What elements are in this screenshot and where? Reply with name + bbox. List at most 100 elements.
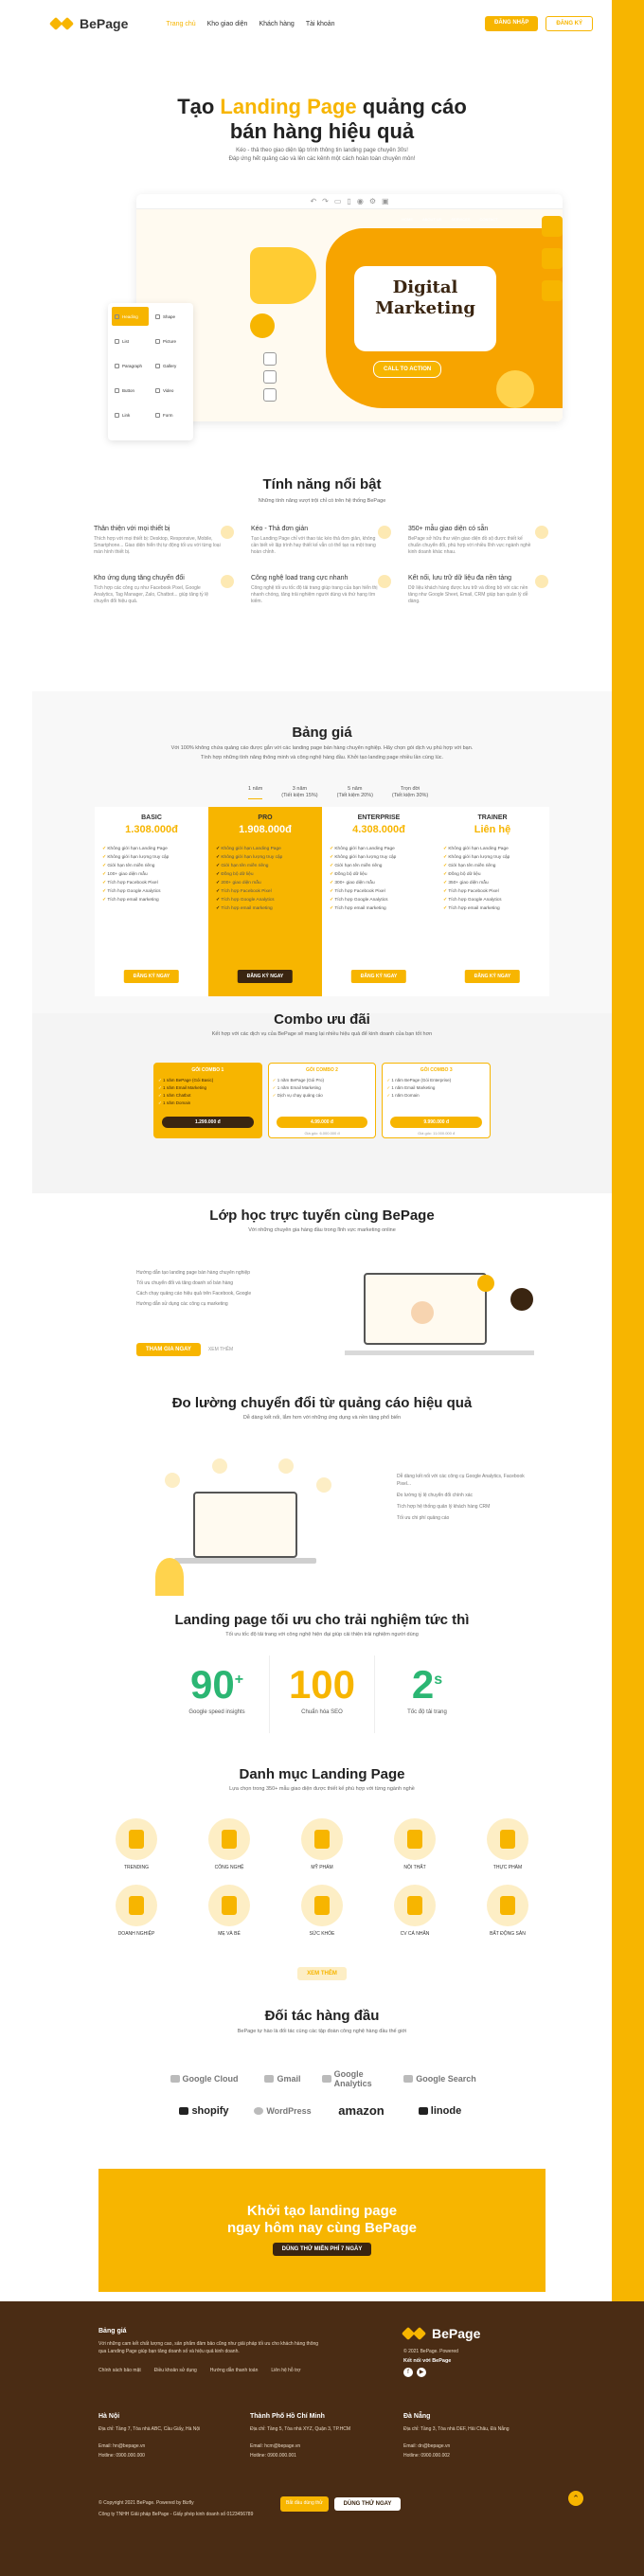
partner-name: Google Search — [416, 2074, 476, 2084]
element-picture[interactable]: Picture — [152, 331, 189, 350]
youtube-icon[interactable]: ▶ — [417, 2368, 426, 2377]
plan-signup-button[interactable]: ĐĂNG KÝ NGAY — [350, 970, 407, 983]
categories-more-button[interactable]: XEM THÊM — [297, 1967, 347, 1980]
join-class-button[interactable]: THAM GIA NGAY — [136, 1343, 201, 1356]
combo-card[interactable]: GÓI COMBO 2 1 năm BePage (Gói Pro) 1 năm… — [267, 1063, 377, 1138]
plan-signup-button[interactable]: ĐĂNG KÝ NGAY — [464, 970, 521, 983]
nav-customers[interactable]: Khách hàng — [259, 21, 294, 27]
nav-account[interactable]: Tài khoản — [306, 21, 335, 27]
office-phone: Hotline: 0900.000.001 — [250, 2453, 296, 2459]
category-business[interactable]: DOANH NGHIỆP — [94, 1885, 179, 1941]
element-label: Heading — [122, 313, 138, 319]
measure-item: Đo lường tỷ lệ chuyển đổi chính xác — [397, 1493, 474, 1498]
free-trial-button[interactable]: DÙNG THỬ MIỄN PHÍ 7 NGÀY — [272, 2243, 372, 2256]
combo-feature: 1 năm Email Marketing — [273, 1084, 372, 1092]
element-link[interactable]: Link — [112, 405, 149, 424]
hero-editor-preview: ↶ ↷ ▭ ▯ ◉ ⚙ ▣ HOME ABOUT US SERVICES CON… — [136, 194, 563, 421]
footer-link[interactable]: Hướng dẫn thanh toán — [210, 2368, 259, 2375]
category-health[interactable]: SỨC KHỎE — [279, 1885, 365, 1941]
cta-banner: Khởi tạo landing page ngay hôm nay cùng B… — [98, 2169, 546, 2292]
video-icon — [155, 387, 160, 393]
hero-sub1: Kéo - thả theo giao diện lập trình thông… — [236, 148, 408, 153]
desktop-icon[interactable]: ▭ — [334, 197, 342, 206]
tab-3-years[interactable]: 3 năm (Tiết kiệm 15%) — [281, 786, 317, 799]
category-label: MỸ PHẨM — [311, 1865, 333, 1870]
tab-5-years[interactable]: 5 năm (Tiết kiệm 20%) — [337, 786, 373, 799]
plan-signup-button[interactable]: ĐĂNG KÝ NGAY — [123, 970, 180, 983]
footer-link[interactable]: Chính sách bảo mật — [98, 2368, 141, 2375]
category-cosmetics[interactable]: MỸ PHẨM — [279, 1818, 365, 1875]
plan-signup-button[interactable]: ĐĂNG KÝ NGAY — [237, 970, 294, 983]
combo-price: 4.99.000 đ — [276, 1117, 368, 1128]
redo-icon[interactable]: ↷ — [322, 197, 329, 206]
footer-trial-button[interactable]: DÙNG THỬ NGAY — [333, 2496, 402, 2511]
partner-google-search: Google Search — [403, 2074, 476, 2084]
element-heading[interactable]: Heading — [112, 307, 149, 326]
undo-icon[interactable]: ↶ — [310, 197, 316, 206]
element-button[interactable]: Button — [112, 381, 149, 400]
category-cv[interactable]: CV CÁ NHÂN — [372, 1885, 457, 1941]
category-real-estate[interactable]: BẤT ĐỘNG SẢN — [465, 1885, 550, 1941]
combo-card[interactable]: GÓI COMBO 1 1 năm BePage (Gói Basic) 1 n… — [153, 1063, 262, 1138]
tool-icon[interactable] — [263, 370, 277, 384]
combo-feature: 1 năm Chatbot — [158, 1092, 258, 1100]
element-video[interactable]: Video — [152, 381, 189, 400]
plan-feature: 350+ giao diện mẫu — [443, 879, 542, 887]
feature-item: Thân thiện với mọi thiết bị Thích hợp với… — [94, 526, 234, 556]
picture-icon — [155, 338, 160, 344]
combo-card[interactable]: GÓI COMBO 3 1 năm BePage (Gói Enterprise… — [382, 1063, 492, 1138]
partners-subtitle: BePage tự hào là đối tác cùng các tập đo… — [237, 2029, 407, 2034]
category-technology[interactable]: CÔNG NGHỆ — [187, 1818, 272, 1875]
element-form[interactable]: Form — [152, 405, 189, 424]
shape-icon — [155, 313, 160, 319]
category-food[interactable]: THỰC PHẨM — [465, 1818, 550, 1875]
logo[interactable]: BePage — [48, 16, 128, 31]
element-shape[interactable]: Shape — [152, 307, 189, 326]
mobile-icon[interactable]: ▯ — [347, 197, 350, 206]
combo-title: Combo ưu đãi — [274, 1011, 370, 1028]
category-furniture[interactable]: NỘI THẤT — [372, 1818, 457, 1875]
preview-icon[interactable]: ◉ — [357, 197, 364, 206]
tab-1-year[interactable]: 1 năm — [248, 786, 263, 799]
plan-feature: Giới hạn tên miền riêng — [216, 862, 314, 870]
footer-logo[interactable]: BePage — [401, 2326, 480, 2341]
stat-value: 2 — [411, 1662, 435, 1707]
tool-icon[interactable] — [263, 352, 277, 366]
combo-feature: 1 năm Email Marketing — [158, 1084, 258, 1092]
gallery-icon — [155, 363, 160, 368]
tab-label: 5 năm — [348, 786, 363, 792]
feature-item: Kéo - Thả đơn giản Tạo Landing Page chỉ v… — [251, 526, 391, 556]
element-gallery[interactable]: Gallery — [152, 356, 189, 375]
nav-templates[interactable]: Kho giao diện — [207, 21, 248, 27]
plan-feature: Không giới hạn Landing Page — [102, 845, 201, 853]
see-more-link[interactable]: XEM THÊM — [208, 1347, 233, 1352]
category-label: TRENDING — [123, 1865, 150, 1870]
category-mom-baby[interactable]: MẸ VÀ BÉ — [187, 1885, 272, 1941]
element-list[interactable]: List — [112, 331, 149, 350]
settings-icon[interactable]: ⚙ — [369, 197, 376, 206]
stat-item: 100 Chuẩn hóa SEO — [270, 1655, 375, 1733]
drag-icon — [378, 526, 391, 539]
element-paragraph[interactable]: Paragraph — [112, 356, 149, 375]
partner-name: shopify — [191, 2104, 229, 2117]
footer-link[interactable]: Liên hệ hỗ trợ — [271, 2368, 300, 2375]
partner-name: WordPress — [266, 2105, 312, 2116]
facebook-icon[interactable]: f — [403, 2368, 413, 2377]
tab-label: 1 năm — [248, 786, 263, 792]
classes-subtitle: Với những chuyên gia hàng đầu trong lĩnh… — [248, 1227, 396, 1233]
combo-feature: 1 năm Domain — [158, 1100, 258, 1107]
nav-home[interactable]: Trang chủ — [166, 21, 195, 27]
save-icon[interactable]: ▣ — [382, 197, 389, 206]
register-button[interactable]: ĐĂNG KÝ — [546, 16, 593, 31]
back-to-top-button[interactable]: ⌃ — [568, 2491, 583, 2506]
login-button[interactable]: ĐĂNG NHẬP — [484, 16, 539, 31]
feature-title: 350+ mẫu giao diện có sẵn — [408, 526, 489, 532]
measure-list: Dễ dàng kết nối với các công cụ Google A… — [397, 1473, 539, 1526]
footer-link[interactable]: Điều khoản sử dụng — [154, 2368, 197, 2375]
plan-feature: Tích hợp email marketing — [102, 896, 201, 904]
plan-feature: Giới hạn tên miền riêng — [330, 862, 428, 870]
tool-icon[interactable] — [263, 388, 277, 402]
category-trending[interactable]: TRENDING — [94, 1818, 179, 1875]
tab-lifetime[interactable]: Trọn đời (Tiết kiệm 30%) — [392, 786, 428, 799]
app-icon — [212, 1458, 227, 1474]
